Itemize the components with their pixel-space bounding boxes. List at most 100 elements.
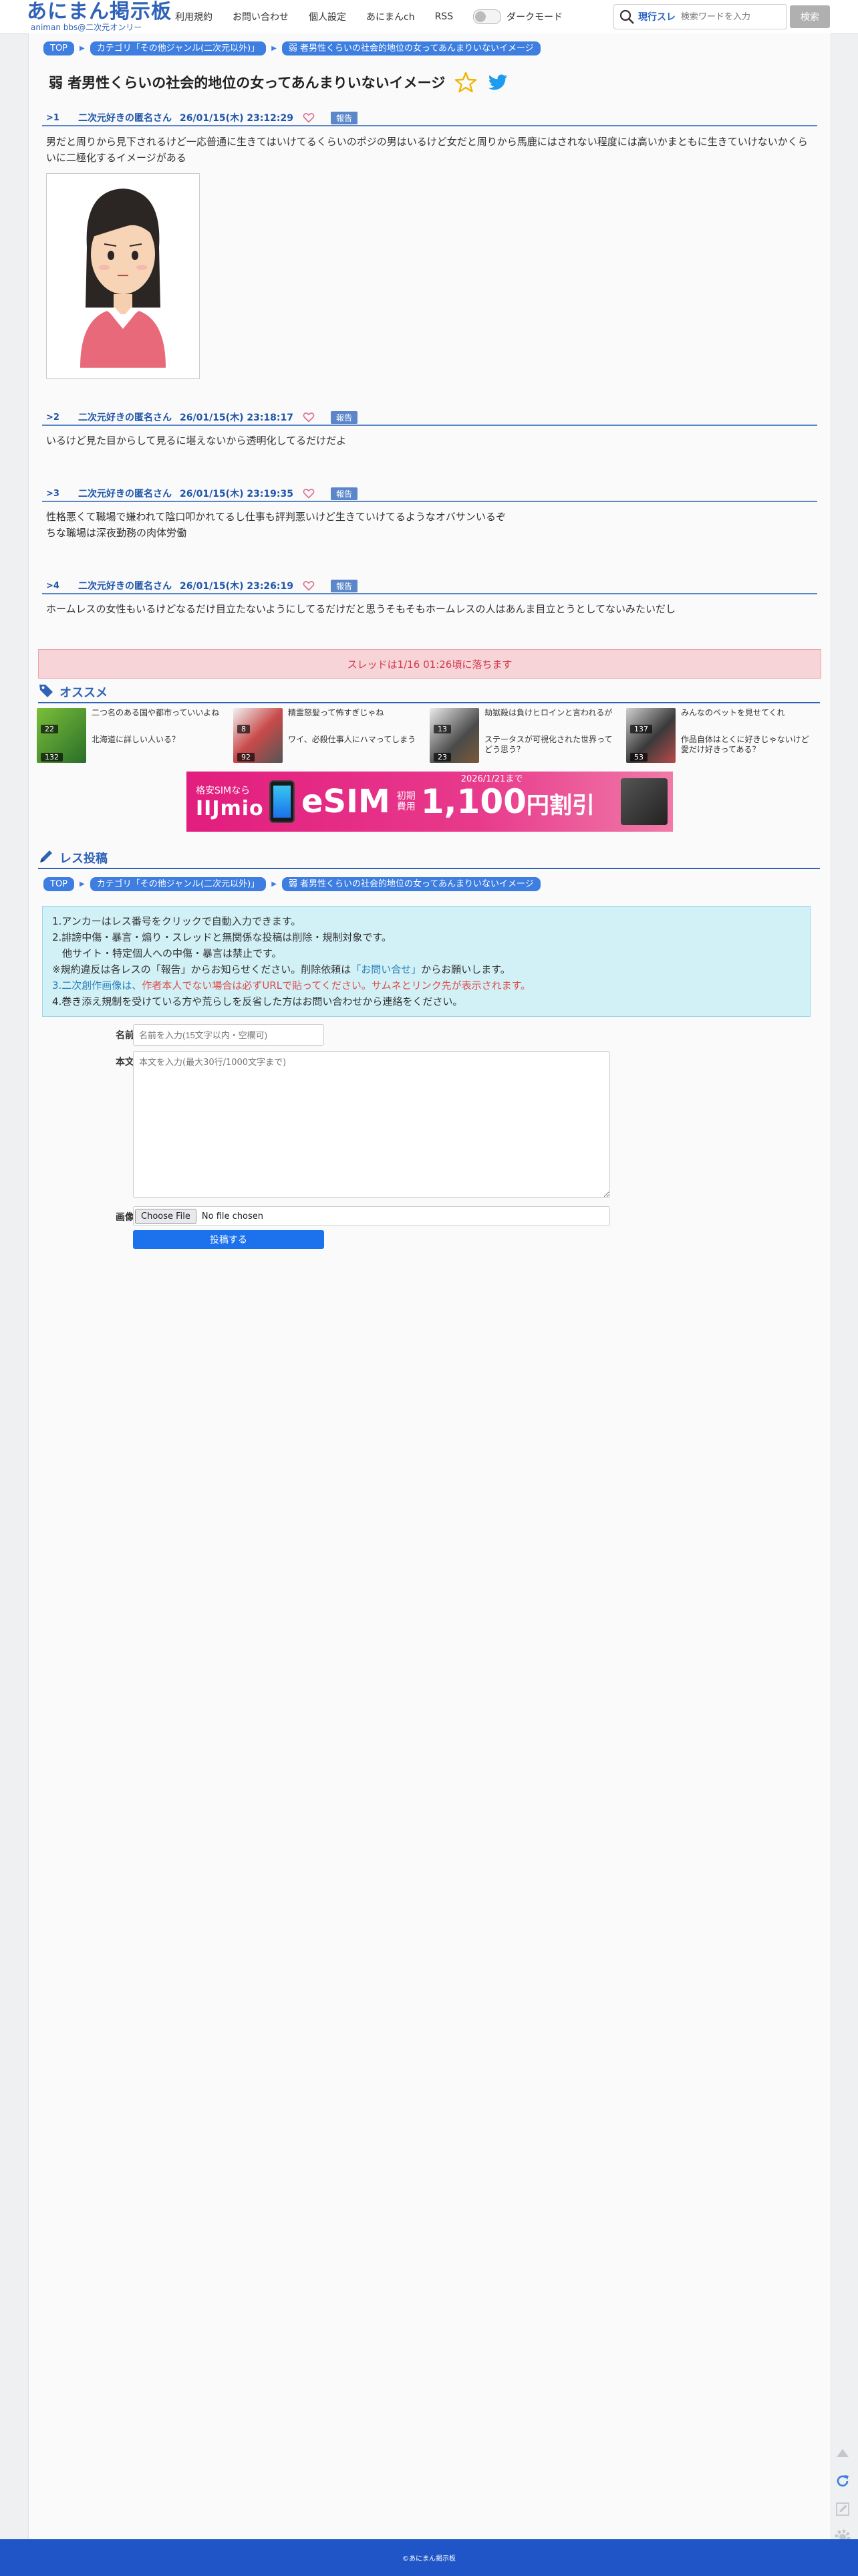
- rule-line: 2.誹謗中傷・暴言・煽り・スレッドと無関係な投稿は削除・規制対象です。: [52, 931, 392, 943]
- thumbnail[interactable]: 8 92: [233, 708, 283, 763]
- post-author: 二次元好きの匿名さん: [78, 581, 172, 592]
- nav-contact[interactable]: お問い合わせ: [233, 10, 289, 23]
- chevron-right-icon: ▶: [80, 45, 85, 52]
- post-image[interactable]: [46, 173, 200, 379]
- ad-fee-label: 初期 費用: [397, 791, 416, 812]
- recommend-item[interactable]: 8 92 精霊怒髪って怖すぎじゃね ワイ、必殺仕事人にハマってしまう: [233, 708, 426, 763]
- nav-terms[interactable]: 利用規約: [175, 10, 212, 23]
- body-textarea[interactable]: [133, 1051, 610, 1198]
- recommend-link[interactable]: 二つ名のある国や都市っていいよね: [92, 708, 225, 718]
- nav-rss[interactable]: RSS: [435, 11, 454, 22]
- heart-icon[interactable]: [303, 487, 315, 499]
- tag-icon: [38, 683, 54, 702]
- dark-mode-toggle[interactable]: ダークモード: [473, 9, 563, 24]
- crumb-thread[interactable]: 弱 者男性くらいの社会的地位の女ってあんまりいないイメージ: [281, 877, 541, 891]
- nav-animanch[interactable]: あにまんch: [366, 10, 415, 23]
- ad-fee-label1: 初期: [396, 791, 416, 802]
- report-button[interactable]: 報告: [331, 111, 358, 124]
- recommend-item[interactable]: 137 53 みんなのペットを見せてくれ 作品自体はとくに好きじゃないけど愛だけ…: [626, 708, 819, 763]
- toggle-track[interactable]: [473, 9, 502, 24]
- recommend-link[interactable]: ステータスが可視化された世界ってどう思う？: [484, 735, 618, 755]
- recommend-link[interactable]: 精霊怒髪って怖すぎじゃね: [288, 708, 422, 718]
- post-body-line2: ちな職場は深夜勤務の肉体労働: [46, 527, 187, 539]
- post-header-2: >2 二次元好きの匿名さん 26/01/15(木) 23:18:17 報告: [42, 410, 817, 426]
- crumb-top[interactable]: TOP: [43, 877, 75, 891]
- edit-button[interactable]: [831, 2499, 854, 2522]
- contact-link[interactable]: 「お問い合せ」: [351, 963, 421, 975]
- post-number[interactable]: >2: [42, 413, 73, 423]
- post-author: 二次元好きの匿名さん: [78, 413, 172, 423]
- post-date: 26/01/15(木) 23:12:29: [180, 113, 293, 124]
- search-type-select[interactable]: 現行スレ: [638, 10, 680, 23]
- heart-icon[interactable]: [303, 580, 315, 592]
- crumb-category[interactable]: カテゴリ「その他ジャンル(二次元以外)」: [90, 41, 267, 55]
- ad-esim: eSIM: [301, 783, 390, 820]
- rule-warning: 作者本人でない場合は必ずURLで貼ってください。: [142, 979, 372, 991]
- recommend-title: オススメ: [59, 686, 108, 700]
- thumbnail[interactable]: 22 132: [37, 708, 86, 763]
- chevron-right-icon: ▶: [80, 881, 85, 888]
- reply-count: 13: [434, 725, 451, 733]
- recommend-link[interactable]: ワイ、必殺仕事人にハマってしまう: [288, 735, 422, 745]
- breadcrumb: TOP ▶ カテゴリ「その他ジャンル(二次元以外)」 ▶ 弱 者男性くらいの社会…: [43, 41, 541, 55]
- report-button[interactable]: 報告: [331, 411, 358, 424]
- report-button[interactable]: 報告: [331, 579, 358, 592]
- post-number[interactable]: >1: [42, 113, 73, 123]
- crumb-thread[interactable]: 弱 者男性くらいの社会的地位の女ってあんまりいないイメージ: [281, 41, 541, 55]
- breadcrumb-bottom: TOP ▶ カテゴリ「その他ジャンル(二次元以外)」 ▶ 弱 者男性くらいの社会…: [43, 877, 541, 891]
- rule-text: ※規約違反は各レスの「報告」からお知らせください。削除依頼は: [52, 963, 351, 975]
- post-author: 二次元好きの匿名さん: [78, 489, 172, 499]
- post-header-3: >3 二次元好きの匿名さん 26/01/15(木) 23:19:35 報告: [42, 486, 817, 502]
- file-status: No file chosen: [201, 1211, 263, 1221]
- post-author: 二次元好きの匿名さん: [78, 113, 172, 124]
- reply-count: 22: [41, 725, 58, 733]
- post-body: 性格悪くて職場で嫌われて陰口叩かれてるし仕事も評判悪いけど生きていけてるようなオ…: [46, 511, 506, 523]
- name-input[interactable]: [133, 1024, 324, 1046]
- main-nav: 利用規約 お問い合わせ 個人設定 あにまんch RSS ダークモード: [175, 0, 563, 33]
- search-box: 現行スレ: [613, 4, 787, 29]
- name-label: 名前: [116, 1030, 134, 1041]
- rule-line: 他サイト・特定個人への中傷・暴言は禁止です。: [52, 947, 282, 959]
- chevron-right-icon: ▶: [271, 881, 277, 888]
- crumb-category[interactable]: カテゴリ「その他ジャンル(二次元以外)」: [90, 877, 267, 891]
- search-button[interactable]: 検索: [790, 5, 830, 28]
- reply-count: 132: [41, 753, 63, 762]
- ad-price-block: 2026/1/21まで 1,100円割引: [421, 774, 595, 821]
- recommend-item[interactable]: 22 132 二つ名のある国や都市っていいよね 北海道に詳しい人いる？: [37, 708, 229, 763]
- ad-photo: [621, 778, 668, 825]
- reply-count: 92: [237, 753, 255, 762]
- thumbnail[interactable]: 137 53: [626, 708, 676, 763]
- thread-title-row: 弱 者男性くらいの社会的地位の女ってあんまりいないイメージ: [49, 71, 509, 94]
- ad-brand: IIJmio: [196, 796, 264, 820]
- recommend-link[interactable]: 劫獄殺は負けヒロインと言われるが: [484, 708, 618, 718]
- scroll-top-button[interactable]: [831, 2443, 854, 2466]
- nav-settings[interactable]: 個人設定: [309, 10, 346, 23]
- woman-illustration: [47, 174, 199, 378]
- submit-button[interactable]: 投稿する: [133, 1230, 324, 1249]
- recommend-link[interactable]: 作品自体はとくに好きじゃないけど愛だけ好きってある？: [681, 735, 815, 755]
- search-input[interactable]: [680, 11, 782, 23]
- choose-file-button[interactable]: Choose File: [135, 1208, 196, 1224]
- post-body: ホームレスの女性もいるけどなるだけ目立たないようにしてるだけだと思うそもそもホー…: [46, 603, 676, 615]
- ad-banner[interactable]: 格安SIMなら IIJmio eSIM 初期 費用 2026/1/21まで 1,…: [186, 772, 673, 832]
- heart-icon[interactable]: [303, 411, 315, 423]
- reload-button[interactable]: [831, 2471, 854, 2494]
- post-body: いるけど見た目からして見るに堪えないから透明化してるだけだよ: [46, 435, 347, 447]
- recommend-link[interactable]: 北海道に詳しい人いる？: [92, 735, 225, 745]
- crumb-top[interactable]: TOP: [43, 41, 75, 55]
- recommend-item[interactable]: 13 23 劫獄殺は負けヒロインと言われるが ステータスが可視化された世界ってど…: [430, 708, 622, 763]
- heart-icon[interactable]: [303, 112, 315, 124]
- site-logo[interactable]: あにまん掲示板 animan bbs@二次元オンリー: [27, 1, 172, 33]
- post-body: 男だと周りから見下されるけど一応普通に生きてはいけてるくらいのポジの男はいるけど…: [46, 136, 808, 164]
- report-button[interactable]: 報告: [331, 487, 358, 500]
- rule-line: ※規約違反は各レスの「報告」からお知らせください。削除依頼は「お問い合せ」からお…: [52, 961, 801, 977]
- chevron-right-icon: ▶: [271, 45, 277, 52]
- post-number[interactable]: >4: [42, 581, 73, 591]
- twitter-icon[interactable]: [486, 71, 509, 94]
- thumbnail[interactable]: 13 23: [430, 708, 479, 763]
- image-file-input[interactable]: Choose File No file chosen: [133, 1206, 610, 1226]
- post-number[interactable]: >3: [42, 489, 73, 499]
- arrow-up-icon: [835, 2448, 850, 2461]
- recommend-link[interactable]: みんなのペットを見せてくれ: [681, 708, 815, 718]
- star-icon[interactable]: [454, 71, 477, 94]
